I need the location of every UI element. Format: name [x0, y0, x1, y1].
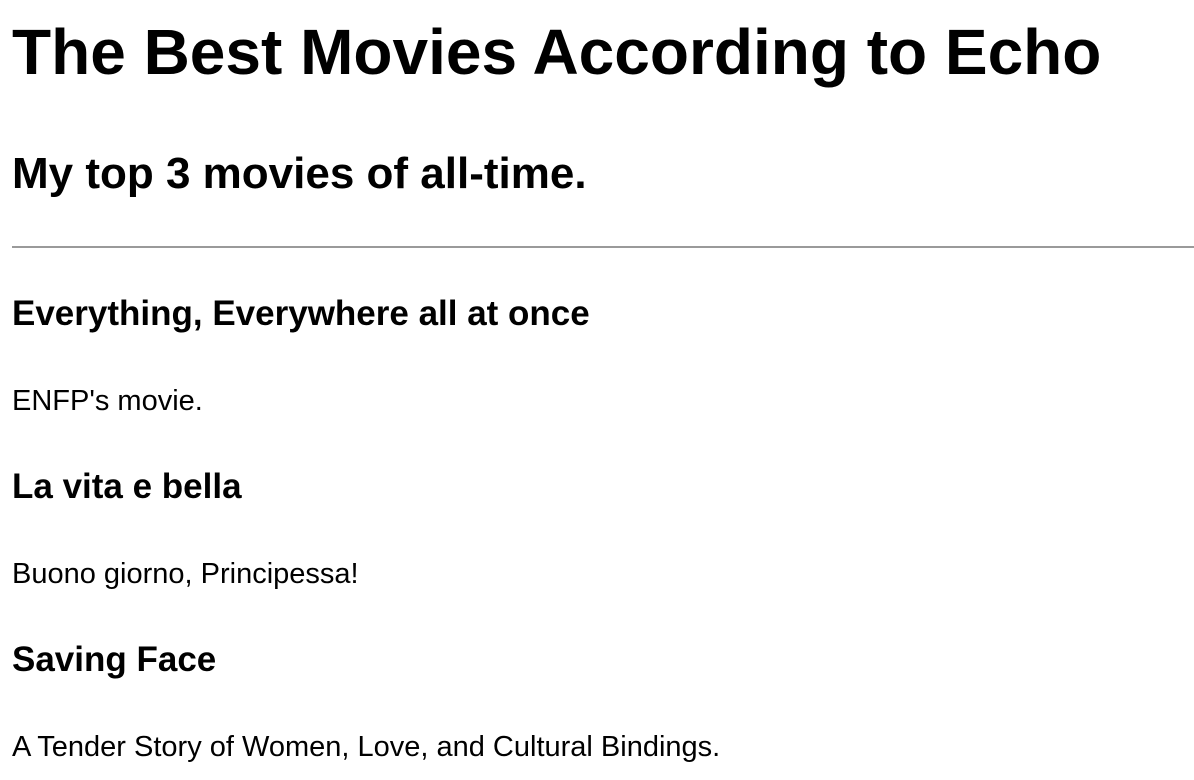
- divider: [12, 246, 1194, 248]
- movie-title: Everything, Everywhere all at once: [12, 294, 590, 333]
- movie-title: Saving Face: [12, 640, 217, 679]
- page-subtitle: My top 3 movies of all-time.: [12, 149, 587, 198]
- movie-description: A Tender Story of Women, Love, and Cultu…: [12, 731, 721, 763]
- movie-description: ENFP's movie.: [12, 385, 203, 417]
- page-title: The Best Movies According to Echo: [12, 16, 1102, 88]
- page: The Best Movies According to Echo My top…: [0, 0, 1194, 780]
- movie-description: Buono giorno, Principessa!: [12, 558, 359, 590]
- movie-title: La vita e bella: [12, 467, 242, 506]
